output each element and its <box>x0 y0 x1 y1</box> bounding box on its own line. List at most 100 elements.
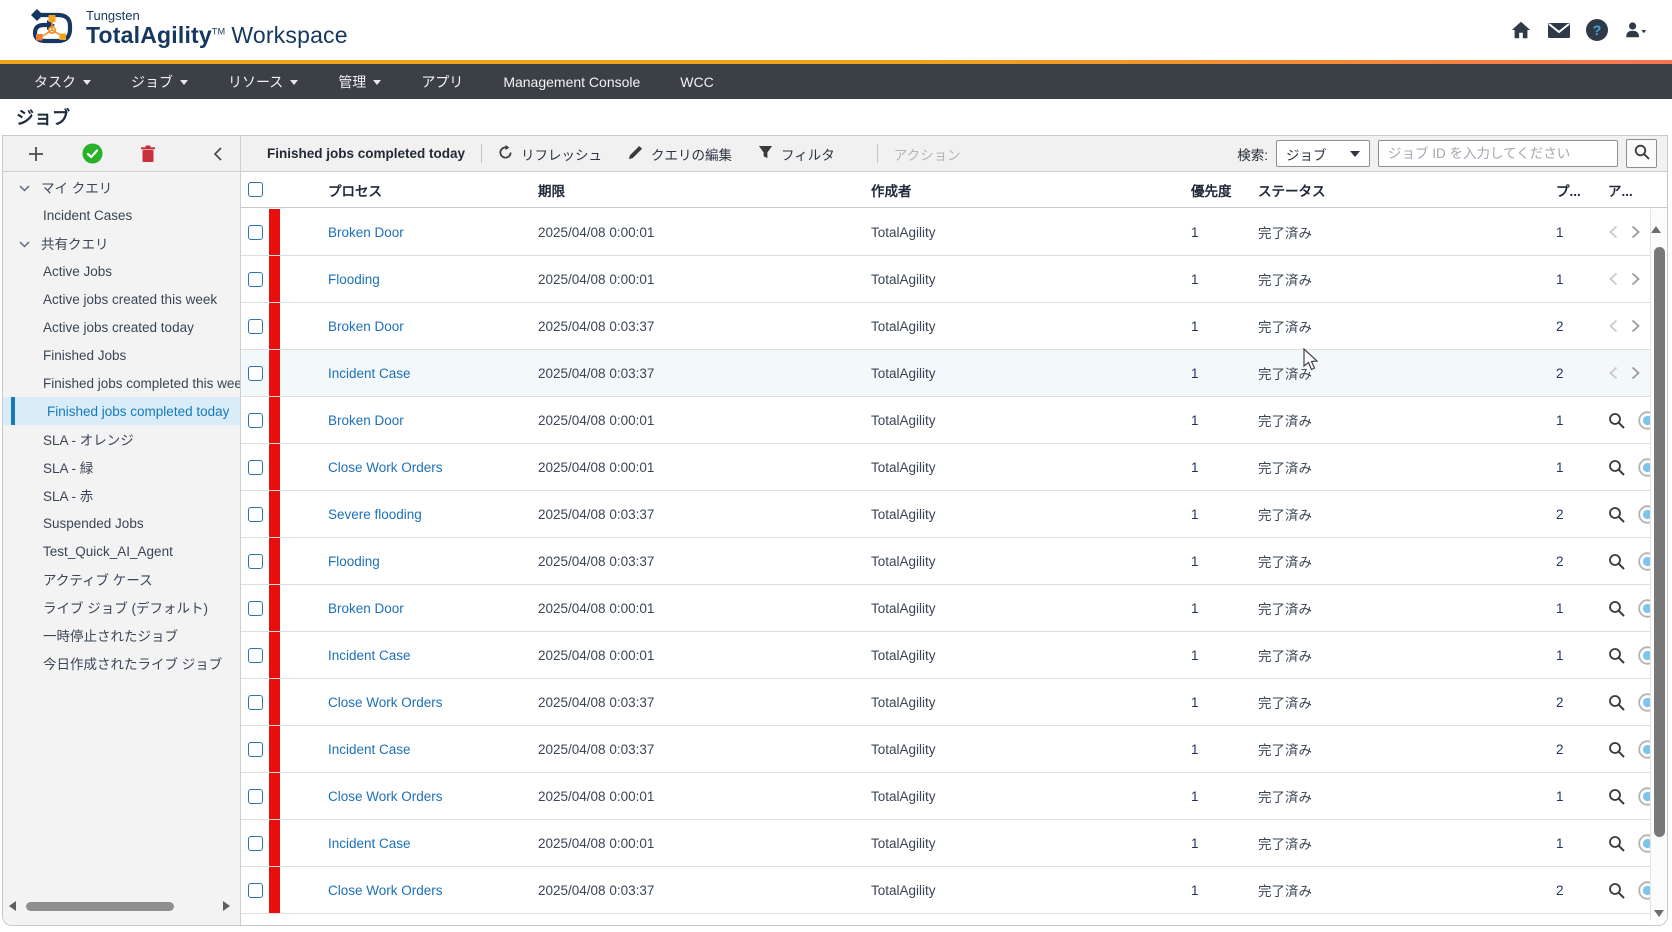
chevron-left-icon[interactable] <box>1608 366 1618 380</box>
job-status-radio-icon[interactable] <box>1638 411 1650 430</box>
home-icon[interactable] <box>1509 18 1533 42</box>
row-checkbox[interactable] <box>248 225 263 240</box>
h-scroll-thumb[interactable] <box>26 902 174 911</box>
refresh-button[interactable]: リフレッシュ <box>498 144 602 164</box>
row-checkbox[interactable] <box>248 648 263 663</box>
view-job-magnifier-icon[interactable] <box>1608 600 1625 617</box>
column-header-process[interactable]: プロセス <box>281 180 536 200</box>
process-link[interactable]: Close Work Orders <box>328 883 443 898</box>
table-row[interactable]: Incident Case2025/04/08 0:00:01TotalAgil… <box>241 632 1650 679</box>
view-job-magnifier-icon[interactable] <box>1608 694 1625 711</box>
process-link[interactable]: Severe flooding <box>328 507 422 522</box>
help-icon[interactable]: ? <box>1585 18 1609 42</box>
column-header-actions[interactable]: ア... <box>1596 180 1667 200</box>
nav-item[interactable]: WCC <box>660 64 733 99</box>
process-link[interactable]: Incident Case <box>328 836 411 851</box>
query-item[interactable]: Finished jobs completed today <box>3 397 240 425</box>
column-header-creator[interactable]: 作成者 <box>871 180 1191 200</box>
job-status-radio-icon[interactable] <box>1638 693 1650 712</box>
query-item[interactable]: 一時停止されたジョブ <box>3 621 240 649</box>
job-status-radio-icon[interactable] <box>1638 834 1650 853</box>
query-item[interactable]: SLA - 赤 <box>3 481 240 509</box>
nav-item[interactable]: タスク <box>14 64 111 99</box>
query-item[interactable]: Active jobs created today <box>3 313 240 341</box>
search-button[interactable] <box>1626 139 1657 168</box>
process-link[interactable]: Close Work Orders <box>328 695 443 710</box>
query-item[interactable]: SLA - オレンジ <box>3 425 240 453</box>
row-checkbox[interactable] <box>248 413 263 428</box>
process-link[interactable]: Incident Case <box>328 648 411 663</box>
process-link[interactable]: Incident Case <box>328 366 411 381</box>
chevron-left-icon[interactable] <box>1608 225 1618 239</box>
job-status-radio-icon[interactable] <box>1638 505 1650 524</box>
table-row[interactable]: Incident Case2025/04/08 0:03:37TotalAgil… <box>241 350 1650 397</box>
edit-query-button[interactable]: クエリの編集 <box>628 144 732 164</box>
chevron-right-icon[interactable] <box>1631 225 1641 239</box>
row-checkbox[interactable] <box>248 742 263 757</box>
v-scroll-down-arrow[interactable] <box>1654 910 1664 917</box>
query-item[interactable]: Incident Cases <box>3 201 240 229</box>
select-all-checkbox[interactable] <box>248 182 263 197</box>
row-checkbox[interactable] <box>248 601 263 616</box>
job-status-radio-icon[interactable] <box>1638 881 1650 900</box>
column-header-due[interactable]: 期限 <box>536 180 871 200</box>
view-job-magnifier-icon[interactable] <box>1608 459 1625 476</box>
process-link[interactable]: Close Work Orders <box>328 460 443 475</box>
query-item[interactable]: Active Jobs <box>3 257 240 285</box>
job-status-radio-icon[interactable] <box>1638 458 1650 477</box>
process-link[interactable]: Incident Case <box>328 742 411 757</box>
process-link[interactable]: Flooding <box>328 554 380 569</box>
process-link[interactable]: Flooding <box>328 272 380 287</box>
table-row[interactable]: Close Work Orders2025/04/08 0:00:01Total… <box>241 773 1650 820</box>
view-job-magnifier-icon[interactable] <box>1608 506 1625 523</box>
chevron-left-icon[interactable] <box>1608 272 1618 286</box>
table-row[interactable]: Close Work Orders2025/04/08 0:03:37Total… <box>241 679 1650 726</box>
h-scroll-left-arrow[interactable] <box>9 901 16 911</box>
user-menu-icon[interactable] <box>1623 18 1647 42</box>
query-group[interactable]: マイ クエリ <box>3 173 240 201</box>
h-scroll-track[interactable] <box>22 901 217 911</box>
query-item[interactable]: アクティブ ケース <box>3 565 240 593</box>
query-item[interactable]: Finished Jobs <box>3 341 240 369</box>
table-row[interactable]: Broken Door2025/04/08 0:00:01TotalAgilit… <box>241 585 1650 632</box>
row-checkbox[interactable] <box>248 836 263 851</box>
view-job-magnifier-icon[interactable] <box>1608 835 1625 852</box>
delete-query-trash-icon[interactable] <box>137 143 159 165</box>
chevron-right-icon[interactable] <box>1631 366 1641 380</box>
add-query-button[interactable] <box>25 143 47 165</box>
row-checkbox[interactable] <box>248 695 263 710</box>
column-header-status[interactable]: ステータス <box>1258 180 1556 200</box>
table-row[interactable]: Close Work Orders2025/04/08 0:03:37Total… <box>241 867 1650 914</box>
row-checkbox[interactable] <box>248 272 263 287</box>
row-checkbox[interactable] <box>248 554 263 569</box>
query-item[interactable]: Suspended Jobs <box>3 509 240 537</box>
table-row[interactable]: Severe flooding2025/04/08 0:03:37TotalAg… <box>241 491 1650 538</box>
job-status-radio-icon[interactable] <box>1638 599 1650 618</box>
search-input[interactable] <box>1378 140 1618 167</box>
process-link[interactable]: Broken Door <box>328 319 404 334</box>
nav-item[interactable]: リソース <box>208 64 318 99</box>
v-scroll-up-arrow[interactable] <box>1651 209 1661 233</box>
row-checkbox[interactable] <box>248 366 263 381</box>
view-job-magnifier-icon[interactable] <box>1608 647 1625 664</box>
query-group[interactable]: 共有クエリ <box>3 229 240 257</box>
filter-button[interactable]: フィルタ <box>758 144 835 164</box>
row-checkbox[interactable] <box>248 789 263 804</box>
view-job-magnifier-icon[interactable] <box>1608 741 1625 758</box>
chevron-right-icon[interactable] <box>1631 319 1641 333</box>
view-job-magnifier-icon[interactable] <box>1608 553 1625 570</box>
process-link[interactable]: Broken Door <box>328 601 404 616</box>
process-link[interactable]: Broken Door <box>328 413 404 428</box>
query-item[interactable]: 今日作成されたライブ ジョブ <box>3 649 240 677</box>
table-row[interactable]: Close Work Orders2025/04/08 0:00:01Total… <box>241 444 1650 491</box>
query-item[interactable]: Test_Quick_AI_Agent <box>3 537 240 565</box>
nav-item[interactable]: 管理 <box>318 64 401 99</box>
table-row[interactable]: Incident Case2025/04/08 0:00:01TotalAgil… <box>241 820 1650 867</box>
job-status-radio-icon[interactable] <box>1638 646 1650 665</box>
column-header-priority[interactable]: 優先度 <box>1191 180 1258 200</box>
job-status-radio-icon[interactable] <box>1638 740 1650 759</box>
row-checkbox[interactable] <box>248 883 263 898</box>
table-row[interactable]: Broken Door2025/04/08 0:00:01TotalAgilit… <box>241 209 1650 256</box>
row-checkbox[interactable] <box>248 460 263 475</box>
table-row[interactable]: Broken Door2025/04/08 0:03:37TotalAgilit… <box>241 303 1650 350</box>
